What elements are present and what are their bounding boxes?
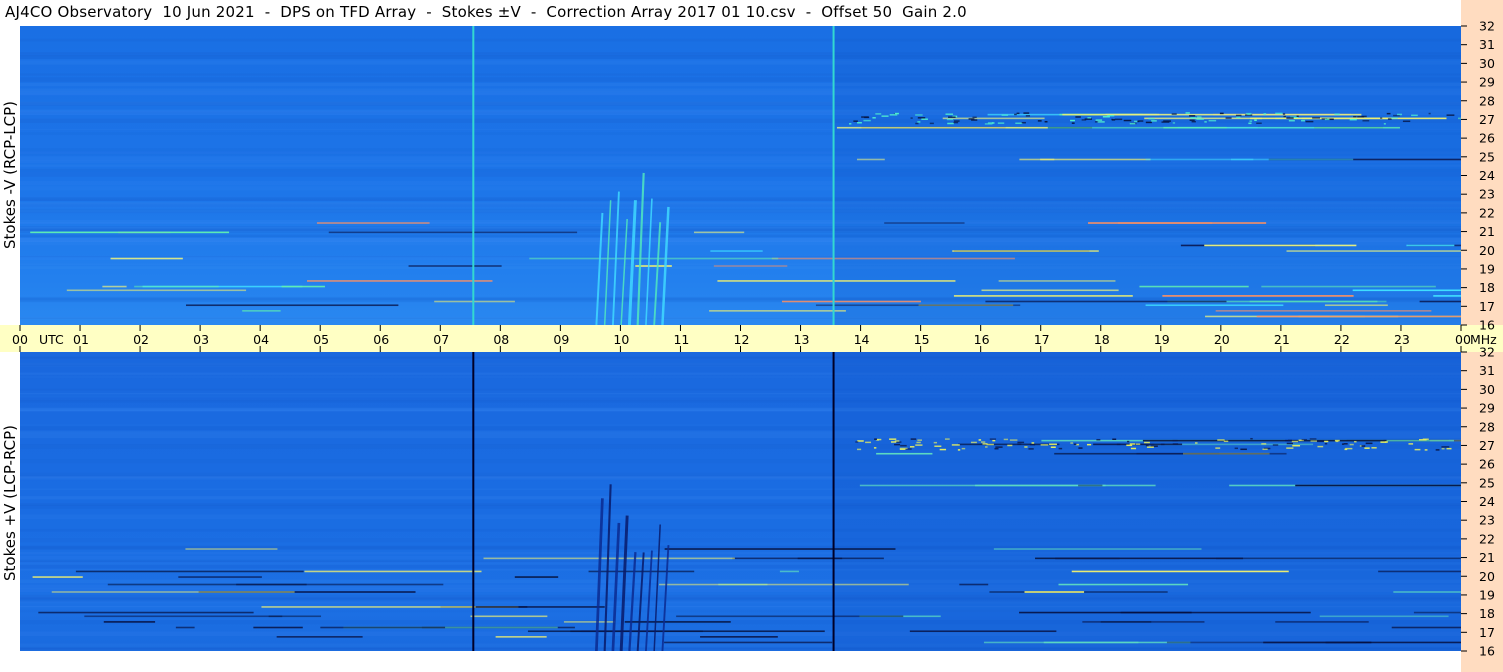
freq-tick-label: 22	[1479, 531, 1495, 546]
freq-tick-label: 27	[1479, 438, 1495, 453]
freq-tick-label: 30	[1479, 382, 1495, 397]
freq-tick-label: 25	[1479, 149, 1495, 164]
freq-tick-label: 23	[1479, 187, 1495, 202]
time-unit-label: UTC	[39, 332, 64, 347]
time-tick-label: 19	[1154, 332, 1170, 347]
freq-tick-label: 31	[1479, 363, 1495, 378]
freq-tick-label: 23	[1479, 513, 1495, 528]
freq-tick-label: 27	[1479, 112, 1495, 127]
freq-tick-label: 20	[1479, 243, 1495, 258]
freq-tick-label: 19	[1479, 587, 1495, 602]
time-tick-label: 11	[673, 332, 689, 347]
time-tick-label: 04	[253, 332, 269, 347]
freq-tick-label: 25	[1479, 475, 1495, 490]
time-tick-label: 08	[493, 332, 509, 347]
freq-tick-label: 22	[1479, 205, 1495, 220]
freq-tick-label: 21	[1479, 550, 1495, 565]
freq-tick-label: 26	[1479, 457, 1495, 472]
freq-tick-label: 16	[1479, 644, 1495, 659]
freq-tick-label: 17	[1479, 299, 1495, 314]
time-tick-label: 10	[613, 332, 629, 347]
freq-tick-label: 30	[1479, 56, 1495, 71]
time-tick-label: 01	[73, 332, 89, 347]
time-tick-label: 20	[1214, 332, 1230, 347]
time-tick-label: 21	[1274, 332, 1290, 347]
freq-tick-label: 18	[1479, 606, 1495, 621]
time-tick-label: 18	[1094, 332, 1110, 347]
time-tick-label: 00	[12, 332, 28, 347]
freq-tick-label: 21	[1479, 224, 1495, 239]
time-tick-label: 14	[854, 332, 870, 347]
freq-tick-label: 18	[1479, 280, 1495, 295]
axes-overlay: 00 01 02 03 04 05 06 07 08 09 10 11 12 13 14 15 16 17 18 19…	[12, 19, 1497, 659]
time-tick-label: 09	[553, 332, 569, 347]
freq-tick-label: 29	[1479, 75, 1495, 90]
time-tick-label: 13	[794, 332, 810, 347]
time-tick-label: 07	[433, 332, 449, 347]
freq-tick-label: 24	[1479, 494, 1495, 509]
freq-tick-label: 16	[1479, 318, 1495, 333]
time-tick-label: 02	[133, 332, 149, 347]
time-tick-label: 22	[1334, 332, 1350, 347]
freq-tick-label: 31	[1479, 37, 1495, 52]
time-tick-label: 16	[974, 332, 990, 347]
time-tick-label: 15	[914, 332, 930, 347]
freq-tick-label: 32	[1479, 19, 1495, 34]
freq-tick-label: 26	[1479, 131, 1495, 146]
time-tick-label: 12	[734, 332, 750, 347]
freq-tick-label: 24	[1479, 168, 1495, 183]
freq-tick-label: 19	[1479, 261, 1495, 276]
time-tick-label: 06	[373, 332, 389, 347]
freq-tick-label: 28	[1479, 93, 1495, 108]
freq-tick-label: 20	[1479, 569, 1495, 584]
time-tick-label: 17	[1034, 332, 1050, 347]
time-tick-label: 03	[193, 332, 209, 347]
time-tick-label: 05	[313, 332, 329, 347]
time-tick-label: 23	[1394, 332, 1410, 347]
time-tick-label: 00	[1455, 332, 1471, 347]
freq-tick-label: 32	[1479, 345, 1495, 360]
freq-tick-label: 17	[1479, 625, 1495, 640]
freq-tick-label: 28	[1479, 419, 1495, 434]
freq-tick-label: 29	[1479, 401, 1495, 416]
